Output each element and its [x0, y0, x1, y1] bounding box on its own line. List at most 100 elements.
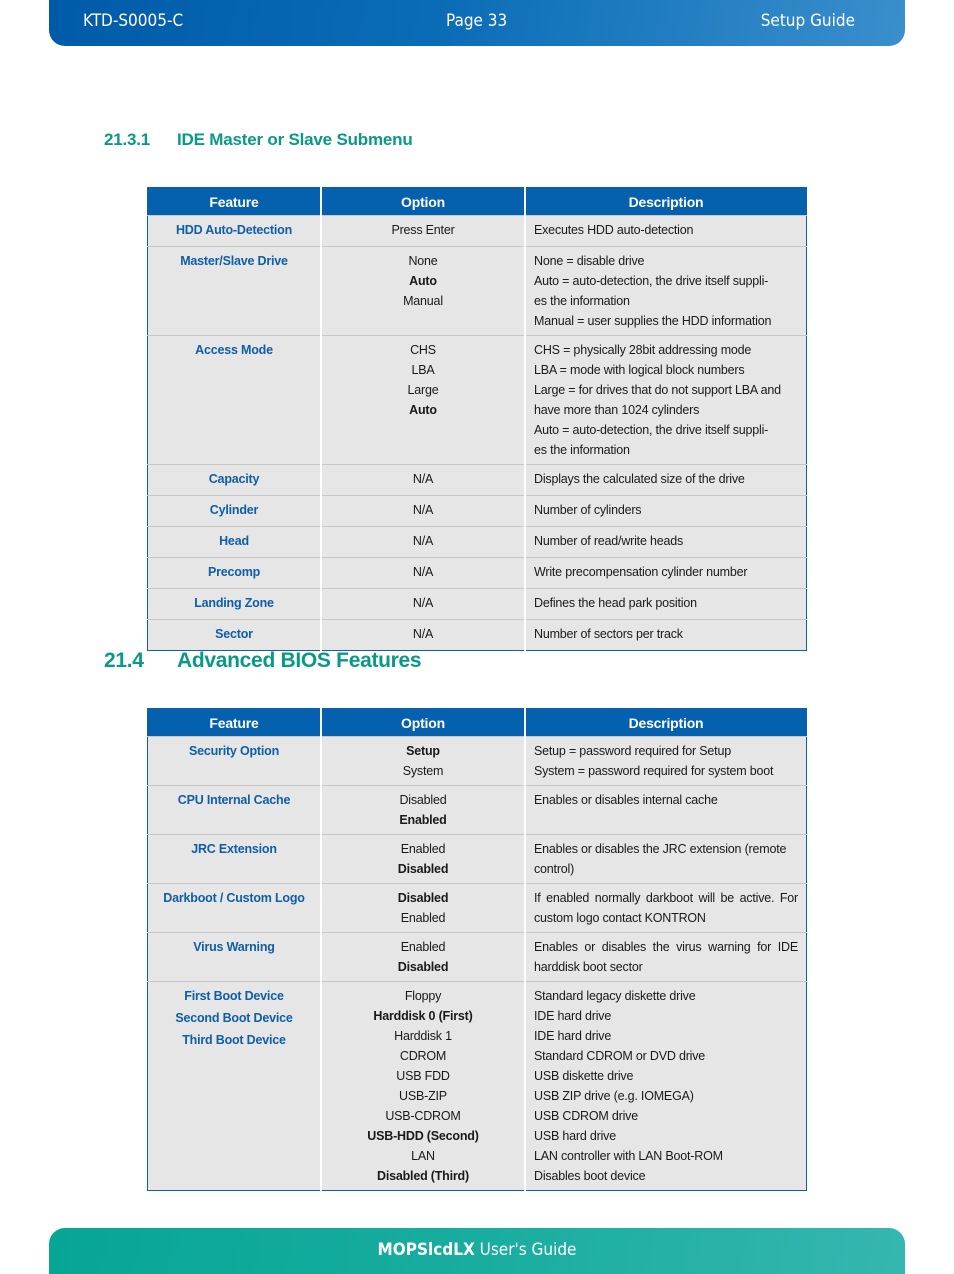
footer-title: MOPSlcdLX User's Guide — [49, 1240, 905, 1260]
feature-name: Access Mode — [195, 343, 273, 357]
option-value: USB FDD — [396, 1069, 450, 1083]
description-cell: Executes HDD auto-detection — [524, 215, 807, 247]
description-text: Large = for drives that do not support L… — [534, 383, 781, 397]
description-text: IDE hard drive — [534, 1009, 612, 1023]
description-text: USB CDROM drive — [534, 1109, 638, 1123]
description-text: Defines the head park position — [534, 596, 697, 610]
description-text: Disables boot device — [534, 1169, 646, 1183]
section-number: 21.3.1 — [104, 130, 151, 149]
description-cell: Enables or disables the virus warning fo… — [524, 932, 807, 982]
feature-name: First Boot Device — [184, 989, 284, 1003]
description-cell: CHS = physically 28bit addressing mode LB… — [524, 335, 807, 465]
description-text: Manual = user supplies the HDD informati… — [534, 314, 772, 328]
option-cell: None Auto Manual — [320, 246, 525, 336]
feature-cell: HDD Auto-Detection — [147, 215, 321, 247]
option-value: LBA — [411, 363, 435, 377]
table-header-row: Feature Option Description — [147, 187, 807, 216]
footer-suffix: User's Guide — [474, 1240, 577, 1260]
description-cell: Number of read/write heads — [524, 526, 807, 558]
option-value-default: USB-HDD (Second) — [367, 1129, 479, 1143]
description-text: If enabled normally darkboot will be act… — [534, 891, 798, 925]
feature-name: Landing Zone — [194, 596, 274, 610]
feature-name: Virus Warning — [193, 940, 275, 954]
feature-cell: Cylinder — [147, 495, 321, 527]
feature-cell: Sector — [147, 619, 321, 651]
feature-name: Second Boot Device — [175, 1011, 293, 1025]
option-value: Press Enter — [391, 223, 455, 237]
description-text: USB hard drive — [534, 1129, 616, 1143]
feature-cell: CPU Internal Cache — [147, 785, 321, 835]
table-row: Security Option Setup System Setup = passwo… — [147, 736, 807, 786]
page-header: KTD-S0005-C Page 33 Setup Guide — [49, 0, 905, 46]
table-row: Landing Zone N/A Defines the head park pos… — [147, 588, 807, 620]
option-value-default: Disabled (Third) — [377, 1169, 469, 1183]
feature-cell: Precomp — [147, 557, 321, 589]
feature-name: Capacity — [208, 472, 260, 486]
option-value-default: Harddisk 0 (First) — [373, 1009, 473, 1023]
table-row: Cylinder N/A Number of cylinders — [147, 495, 807, 527]
feature-cell: Security Option — [147, 736, 321, 786]
option-cell: Disabled Enabled — [320, 883, 525, 933]
table-row: Capacity N/A Displays the calculated size … — [147, 464, 807, 496]
option-value: Manual — [403, 294, 443, 308]
column-header-option: Option — [320, 187, 525, 216]
feature-name: Darkboot / Custom Logo — [163, 891, 305, 905]
description-text: None = disable drive — [534, 254, 645, 268]
feature-name: Master/Slave Drive — [180, 254, 288, 268]
table-row: Access Mode CHS LBA Large Auto CHS = physical… — [147, 335, 807, 465]
option-value-default: Disabled — [397, 960, 449, 974]
option-value: LAN — [411, 1149, 435, 1163]
table-row: JRC Extension Enabled Disabled Enables or d… — [147, 834, 807, 884]
option-value-default: Disabled — [397, 862, 449, 876]
table-row: Virus Warning Enabled Disabled Enables or d… — [147, 932, 807, 982]
page-footer: MOPSlcdLX User's Guide — [49, 1228, 905, 1274]
table-row: First Boot Device Second Boot Device Third… — [147, 981, 807, 1191]
option-value: Large — [407, 383, 439, 397]
description-text: Enables or disables the virus warning fo… — [534, 940, 798, 974]
description-text: have more than 1024 cylinders — [534, 403, 700, 417]
option-cell: Enabled Disabled — [320, 932, 525, 982]
description-cell: Enables or disables internal cache — [524, 785, 807, 835]
option-value: Enabled — [400, 842, 446, 856]
option-value: N/A — [412, 472, 434, 486]
column-header-description: Description — [524, 708, 807, 737]
option-cell: CHS LBA Large Auto — [320, 335, 525, 465]
option-cell: N/A — [320, 495, 525, 527]
feature-cell: Darkboot / Custom Logo — [147, 883, 321, 933]
description-text: Write precompensation cylinder number — [534, 565, 748, 579]
column-header-feature: Feature — [147, 708, 321, 737]
description-text: CHS = physically 28bit addressing mode — [534, 343, 752, 357]
option-value: N/A — [412, 627, 434, 641]
description-cell: Number of cylinders — [524, 495, 807, 527]
description-text: LBA = mode with logical block numbers — [534, 363, 745, 377]
description-text: es the information — [534, 443, 630, 457]
option-value: N/A — [412, 503, 434, 517]
description-cell: Write precompensation cylinder number — [524, 557, 807, 589]
feature-cell: Capacity — [147, 464, 321, 496]
option-cell: N/A — [320, 526, 525, 558]
section-heading-advanced-bios: 21.4 Advanced BIOS Features — [104, 649, 422, 673]
column-header-feature: Feature — [147, 187, 321, 216]
option-value: None — [408, 254, 438, 268]
document-id: KTD-S0005-C — [83, 11, 184, 31]
section-title: Advanced BIOS Features — [177, 649, 422, 672]
description-text: Executes HDD auto-detection — [534, 223, 694, 237]
feature-cell: JRC Extension — [147, 834, 321, 884]
description-text: USB diskette drive — [534, 1069, 634, 1083]
description-cell: None = disable drive Auto = auto-detectio… — [524, 246, 807, 336]
description-text: System = password required for system bo… — [534, 764, 774, 778]
option-value: USB-CDROM — [385, 1109, 461, 1123]
option-cell: Disabled Enabled — [320, 785, 525, 835]
description-text: Number of cylinders — [534, 503, 642, 517]
option-cell: Floppy Harddisk 0 (First) Harddisk 1 CDROM U… — [320, 981, 525, 1191]
option-cell: Press Enter — [320, 215, 525, 247]
option-value: CDROM — [399, 1049, 447, 1063]
option-value: Harddisk 1 — [394, 1029, 452, 1043]
option-cell: N/A — [320, 588, 525, 620]
column-header-option: Option — [320, 708, 525, 737]
table-row: Darkboot / Custom Logo Disabled Enabled If … — [147, 883, 807, 933]
description-text: Number of read/write heads — [534, 534, 684, 548]
description-text: Standard legacy diskette drive — [534, 989, 696, 1003]
description-text: Displays the calculated size of the driv… — [534, 472, 745, 486]
option-value: N/A — [412, 596, 434, 610]
